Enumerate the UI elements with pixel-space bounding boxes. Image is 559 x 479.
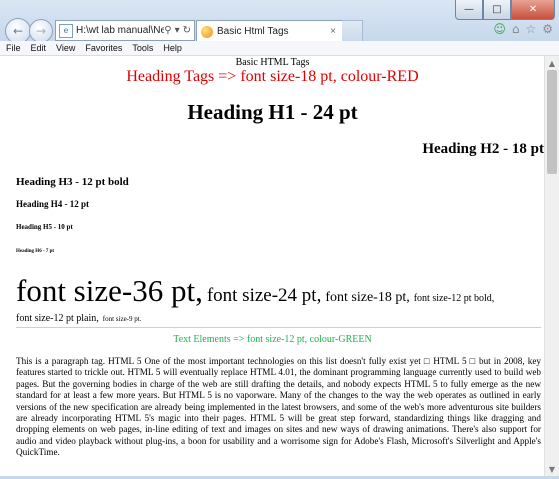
font-size-9-sample: font size-9 pt. [102, 315, 142, 323]
paragraph-text: This is a paragraph tag. HTML 5 One of t… [16, 356, 541, 458]
font-size-12-bold-sample: font size-12 pt bold, [413, 293, 495, 304]
scroll-down-icon[interactable]: ▼ [545, 462, 559, 476]
tab-close-icon[interactable]: × [330, 26, 336, 37]
browser-window: — □ ✕ ← → e H:\wt lab manual\New folde ⚲… [0, 0, 559, 479]
font-size-36-sample: font size-36 pt, [16, 273, 203, 308]
menu-edit[interactable]: Edit [31, 43, 47, 53]
heading-tags-title: Heading Tags => font size-18 pt, colour-… [126, 68, 419, 85]
menu-help[interactable]: Help [163, 43, 182, 53]
window-controls: — □ ✕ [455, 0, 555, 20]
heading-h1: Heading H1 - 24 pt [187, 100, 358, 124]
horizontal-rule [16, 327, 541, 328]
minimize-button[interactable]: — [455, 0, 483, 20]
menu-favorites[interactable]: Favorites [85, 43, 122, 53]
heading-h5: Heading H5 - 10 pt [16, 223, 73, 231]
menu-view[interactable]: View [56, 43, 75, 53]
heading-h6: Heading H6 - 7 pt [16, 249, 55, 254]
new-tab-button[interactable] [342, 20, 363, 42]
font-size-18-sample: font size-18 pt, [325, 290, 410, 305]
page-caption: Basic HTML Tags [235, 57, 310, 68]
star-icon[interactable]: ☆ [525, 22, 536, 36]
feedback-icon[interactable]: ☺ [493, 22, 506, 36]
menu-tools[interactable]: Tools [132, 43, 153, 53]
address-text[interactable]: H:\wt lab manual\New folde [76, 25, 164, 36]
dropdown-icon[interactable]: ▾ [175, 25, 180, 36]
tab-label: Basic Html Tags [217, 26, 289, 37]
close-button[interactable]: ✕ [511, 0, 555, 20]
font-size-24-sample: font size-24 pt, [206, 285, 322, 306]
font-size-line-2: font size-12 pt plain, font size-9 pt. [16, 309, 541, 325]
home-icon[interactable]: ⌂ [512, 22, 520, 36]
tab-basic-html-tags[interactable]: Basic Html Tags × [196, 20, 343, 42]
scroll-up-icon[interactable]: ▲ [545, 56, 559, 70]
address-bar[interactable]: e H:\wt lab manual\New folde ⚲ ▾ ↻ [55, 20, 195, 41]
refresh-icon[interactable]: ↻ [183, 25, 191, 36]
menu-bar: File Edit View Favorites Tools Help [0, 41, 559, 56]
forward-button[interactable]: → [29, 19, 53, 43]
forward-arrow-icon: → [35, 24, 47, 38]
page-icon: e [59, 23, 73, 38]
heading-h2: Heading H2 - 18 pt [422, 141, 544, 157]
tab-favicon-icon [201, 25, 213, 38]
heading-h3: Heading H3 - 12 pt bold [16, 176, 129, 188]
title-bar: — □ ✕ ← → e H:\wt lab manual\New folde ⚲… [0, 0, 559, 44]
heading-h4: Heading H4 - 12 pt [16, 199, 90, 209]
text-elements-title: Text Elements => font size-12 pt, colour… [173, 334, 372, 345]
vertical-scrollbar[interactable]: ▲ ▼ [544, 56, 559, 476]
font-size-12-plain-sample: font size-12 pt plain, [16, 313, 99, 324]
scrollbar-thumb[interactable] [547, 70, 557, 174]
font-size-samples: font size-36 pt, font size-24 pt, font s… [16, 275, 541, 325]
menu-file[interactable]: File [6, 43, 21, 53]
search-icon[interactable]: ⚲ [164, 25, 171, 36]
toolbar-right: ☺ ⌂ ☆ ⚙ [493, 22, 553, 36]
maximize-button[interactable]: □ [483, 0, 511, 20]
back-arrow-icon: ← [12, 24, 24, 38]
page-viewport: Basic HTML Tags Heading Tags => font siz… [0, 56, 545, 476]
gear-icon[interactable]: ⚙ [542, 22, 553, 36]
